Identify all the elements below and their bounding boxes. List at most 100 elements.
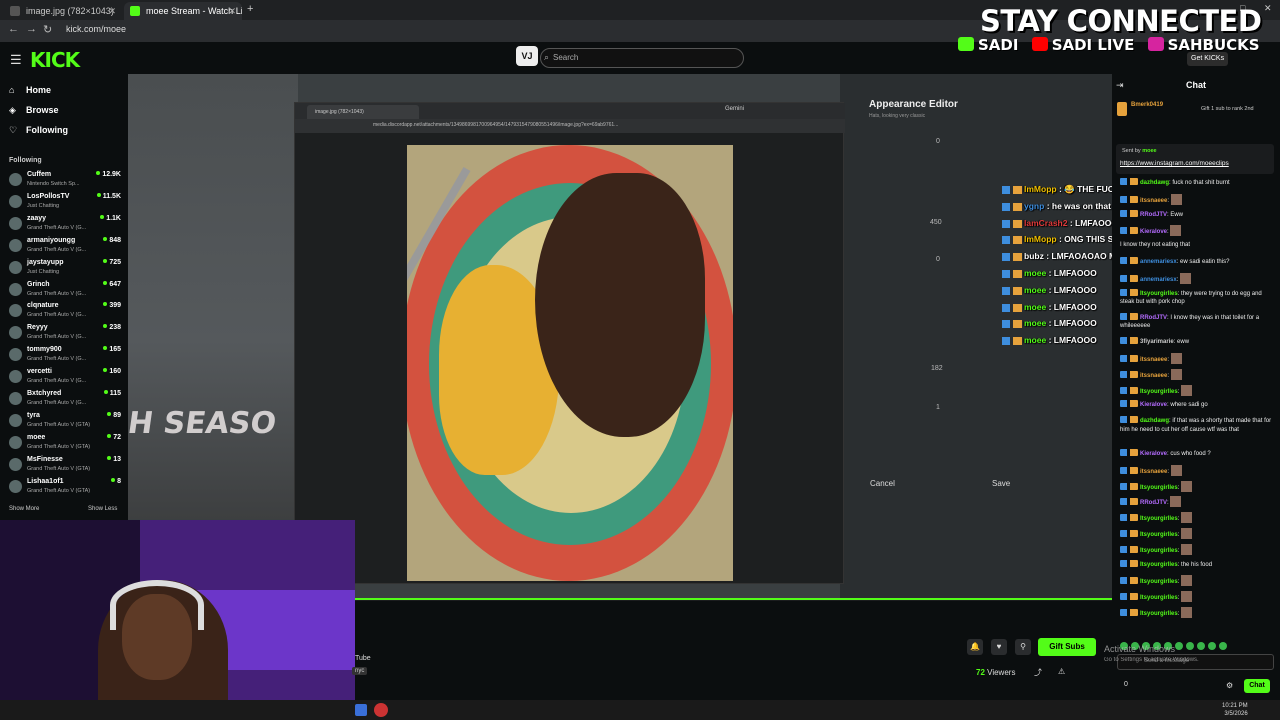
close-tab-icon[interactable]: ✕ [108, 2, 116, 20]
chat-message[interactable]: RRodJTV: Eww [1120, 209, 1276, 220]
chat-message[interactable]: Itsyourgirlles: they were trying to do e… [1120, 288, 1276, 307]
emote-icon[interactable] [1197, 642, 1205, 650]
tag-badge[interactable]: nyc [352, 667, 368, 675]
chat-username[interactable]: RRodJTV [1140, 500, 1167, 506]
app-icon[interactable] [374, 703, 388, 717]
search-input[interactable]: ⌕ Search [540, 48, 744, 68]
notification-bell-icon[interactable]: 🔔 [967, 639, 983, 655]
emote-icon[interactable] [1175, 642, 1183, 650]
chat-username[interactable]: Itsyourgirlles [1140, 611, 1178, 617]
close-tab-icon[interactable]: ✕ [228, 2, 236, 20]
chat-message[interactable]: Itsyourgirlles: [1120, 528, 1276, 540]
following-item[interactable]: tyra Grand Theft Auto V (GTA) 89 [7, 411, 121, 432]
chat-message[interactable]: Itsyourgirlles: [1120, 543, 1276, 556]
chat-username[interactable]: Kieralove [1140, 229, 1167, 235]
emote-icon[interactable] [1219, 642, 1227, 650]
chat-username[interactable]: Kieralove [1140, 451, 1167, 457]
pinned-message[interactable]: Sent by moee https://www.instagram.com/m… [1116, 144, 1274, 174]
chat-message[interactable]: I know they not eating that [1120, 241, 1276, 250]
following-item[interactable]: zaayy Grand Theft Auto V (G... 1.1K [7, 214, 121, 235]
chat-message[interactable]: Itsyourgirlles: the his food [1120, 559, 1276, 570]
emote-icon[interactable] [1208, 642, 1216, 650]
chat-username[interactable]: itssnaeee [1140, 198, 1167, 204]
following-item[interactable]: Bxtchyred Grand Theft Auto V (G... 115 [7, 389, 121, 410]
browser-tab-image[interactable]: image.jpg (782×1043) ✕ [4, 2, 122, 20]
app-icon[interactable] [355, 704, 367, 716]
following-item[interactable]: jaystayupp Just Chatting 725 [7, 258, 121, 279]
chat-send-button[interactable]: Chat [1244, 679, 1270, 693]
chat-message[interactable]: RRodJTV: I know they was in that toilet … [1120, 312, 1276, 331]
chat-username[interactable]: annemariesx [1140, 277, 1177, 283]
nav-home[interactable]: Home [26, 85, 51, 95]
vj-extension-icon[interactable]: VJ [516, 46, 538, 66]
following-item[interactable]: LosPollosTV Just Chatting 11.5K [7, 192, 121, 213]
url-field[interactable]: kick.com/moee [66, 24, 126, 34]
following-item[interactable]: MsFinesse Grand Theft Auto V (GTA) 13 [7, 455, 121, 476]
chat-username[interactable]: Itsyourgirlles [1140, 548, 1178, 554]
browser-tab-kick[interactable]: moee Stream - Watch Live on K ✕ [124, 2, 242, 20]
new-tab-icon[interactable]: + [247, 3, 253, 15]
chat-message[interactable]: itssnaeee: [1120, 193, 1276, 206]
chat-username[interactable]: itssnaeee [1140, 357, 1167, 363]
pin-icon[interactable]: ⚲ [1015, 639, 1031, 655]
chat-message[interactable]: Kieralove: cus who food ? [1120, 449, 1276, 459]
following-item[interactable]: clqnature Grand Theft Auto V (G... 399 [7, 301, 121, 322]
chat-message[interactable]: dazhdawg: if that was a shorty that made… [1120, 416, 1276, 434]
chat-username[interactable]: Itsyourgirlles [1140, 532, 1178, 538]
nav-following[interactable]: Following [26, 125, 68, 135]
emote-icon[interactable] [1186, 642, 1194, 650]
following-item[interactable]: tommy900 Grand Theft Auto V (G... 165 [7, 345, 121, 366]
chat-username[interactable]: Kieralove [1140, 402, 1167, 408]
chat-settings-icon[interactable]: ⚙ [1226, 681, 1233, 690]
chat-message[interactable]: itssnaeee: [1120, 353, 1276, 365]
chat-message[interactable]: Itsyourgirlles: [1120, 575, 1276, 587]
menu-icon[interactable]: ☰ [10, 52, 22, 68]
chat-username[interactable]: RRodJTV [1140, 315, 1167, 321]
chat-username[interactable]: Itsyourgirlles [1140, 579, 1178, 585]
chat-username[interactable]: Itsyourgirlles [1140, 485, 1178, 491]
chat-username[interactable]: RRodJTV [1140, 212, 1167, 218]
follow-heart-icon[interactable]: ♥ [991, 639, 1007, 655]
chat-username[interactable]: dazhdawg [1140, 418, 1169, 424]
collapse-chat-icon[interactable]: ⇥ [1116, 80, 1124, 91]
chat-message[interactable]: 3fiyarimarie: eww [1120, 337, 1276, 347]
get-kicks-button[interactable]: Get KICKs [1187, 52, 1229, 66]
following-item[interactable]: Cuffem Nintendo Switch Sp... 12.9K [7, 170, 121, 191]
chat-username[interactable]: 3fiyarimarie [1140, 339, 1174, 345]
window-close-icon[interactable]: ✕ [1264, 3, 1272, 14]
following-item[interactable]: Lishaa1of1 Grand Theft Auto V (GTA) 8 [7, 477, 121, 498]
following-item[interactable]: Reyyy Grand Theft Auto V (G... 238 [7, 323, 121, 344]
following-item[interactable]: Grinch Grand Theft Auto V (G... 647 [7, 280, 121, 301]
back-icon[interactable]: ← [8, 23, 19, 35]
chat-message[interactable]: Itsyourgirlles: [1120, 384, 1276, 397]
pinned-link[interactable]: https://www.instagram.com/moeeclips [1120, 160, 1229, 167]
kick-logo[interactable]: KICK [30, 48, 80, 72]
chat-username[interactable]: Itsyourgirlles [1140, 595, 1178, 601]
chat-username[interactable]: itssnaeee [1140, 373, 1167, 379]
chat-username[interactable]: Itsyourgirlles [1140, 562, 1178, 568]
chat-username[interactable]: Itsyourgirlles [1140, 516, 1178, 522]
nav-browse[interactable]: Browse [26, 105, 59, 115]
chat-message[interactable]: Itsyourgirlles: [1120, 480, 1276, 493]
chat-username[interactable]: annemariesx [1140, 259, 1177, 265]
share-icon[interactable]: ⤴ [1034, 667, 1042, 678]
gift-subs-button[interactable]: Gift Subs [1038, 638, 1096, 656]
show-less-button[interactable]: Show Less [88, 506, 117, 512]
report-icon[interactable]: ⚠ [1058, 667, 1065, 676]
forward-icon[interactable]: → [26, 23, 37, 35]
chat-message[interactable]: annemariesx: [1120, 272, 1276, 285]
chat-message[interactable]: Itsyourgirlles: [1120, 591, 1276, 603]
chat-username[interactable]: itssnaeee [1140, 469, 1167, 475]
chat-message[interactable]: Itsyourgirlles: [1120, 512, 1276, 524]
chat-username[interactable]: Itsyourgirlles [1140, 389, 1178, 395]
chat-message[interactable]: Kieralove: [1120, 225, 1276, 237]
following-item[interactable]: armaniyoungg Grand Theft Auto V (G... 848 [7, 236, 121, 257]
reload-icon[interactable]: ↻ [43, 23, 52, 36]
chat-username[interactable]: Itsyourgirlles [1140, 291, 1178, 297]
following-item[interactable]: vercetti Grand Theft Auto V (G... 160 [7, 367, 121, 388]
following-item[interactable]: moee Grand Theft Auto V (GTA) 72 [7, 433, 121, 454]
chat-message[interactable]: Kieralove: where sadi go [1120, 400, 1276, 410]
chat-message[interactable]: dazhdawg: fuck no that shit burnt [1120, 178, 1276, 188]
show-more-button[interactable]: Show More [9, 506, 39, 512]
chat-message[interactable]: itssnaeee: [1120, 464, 1276, 477]
